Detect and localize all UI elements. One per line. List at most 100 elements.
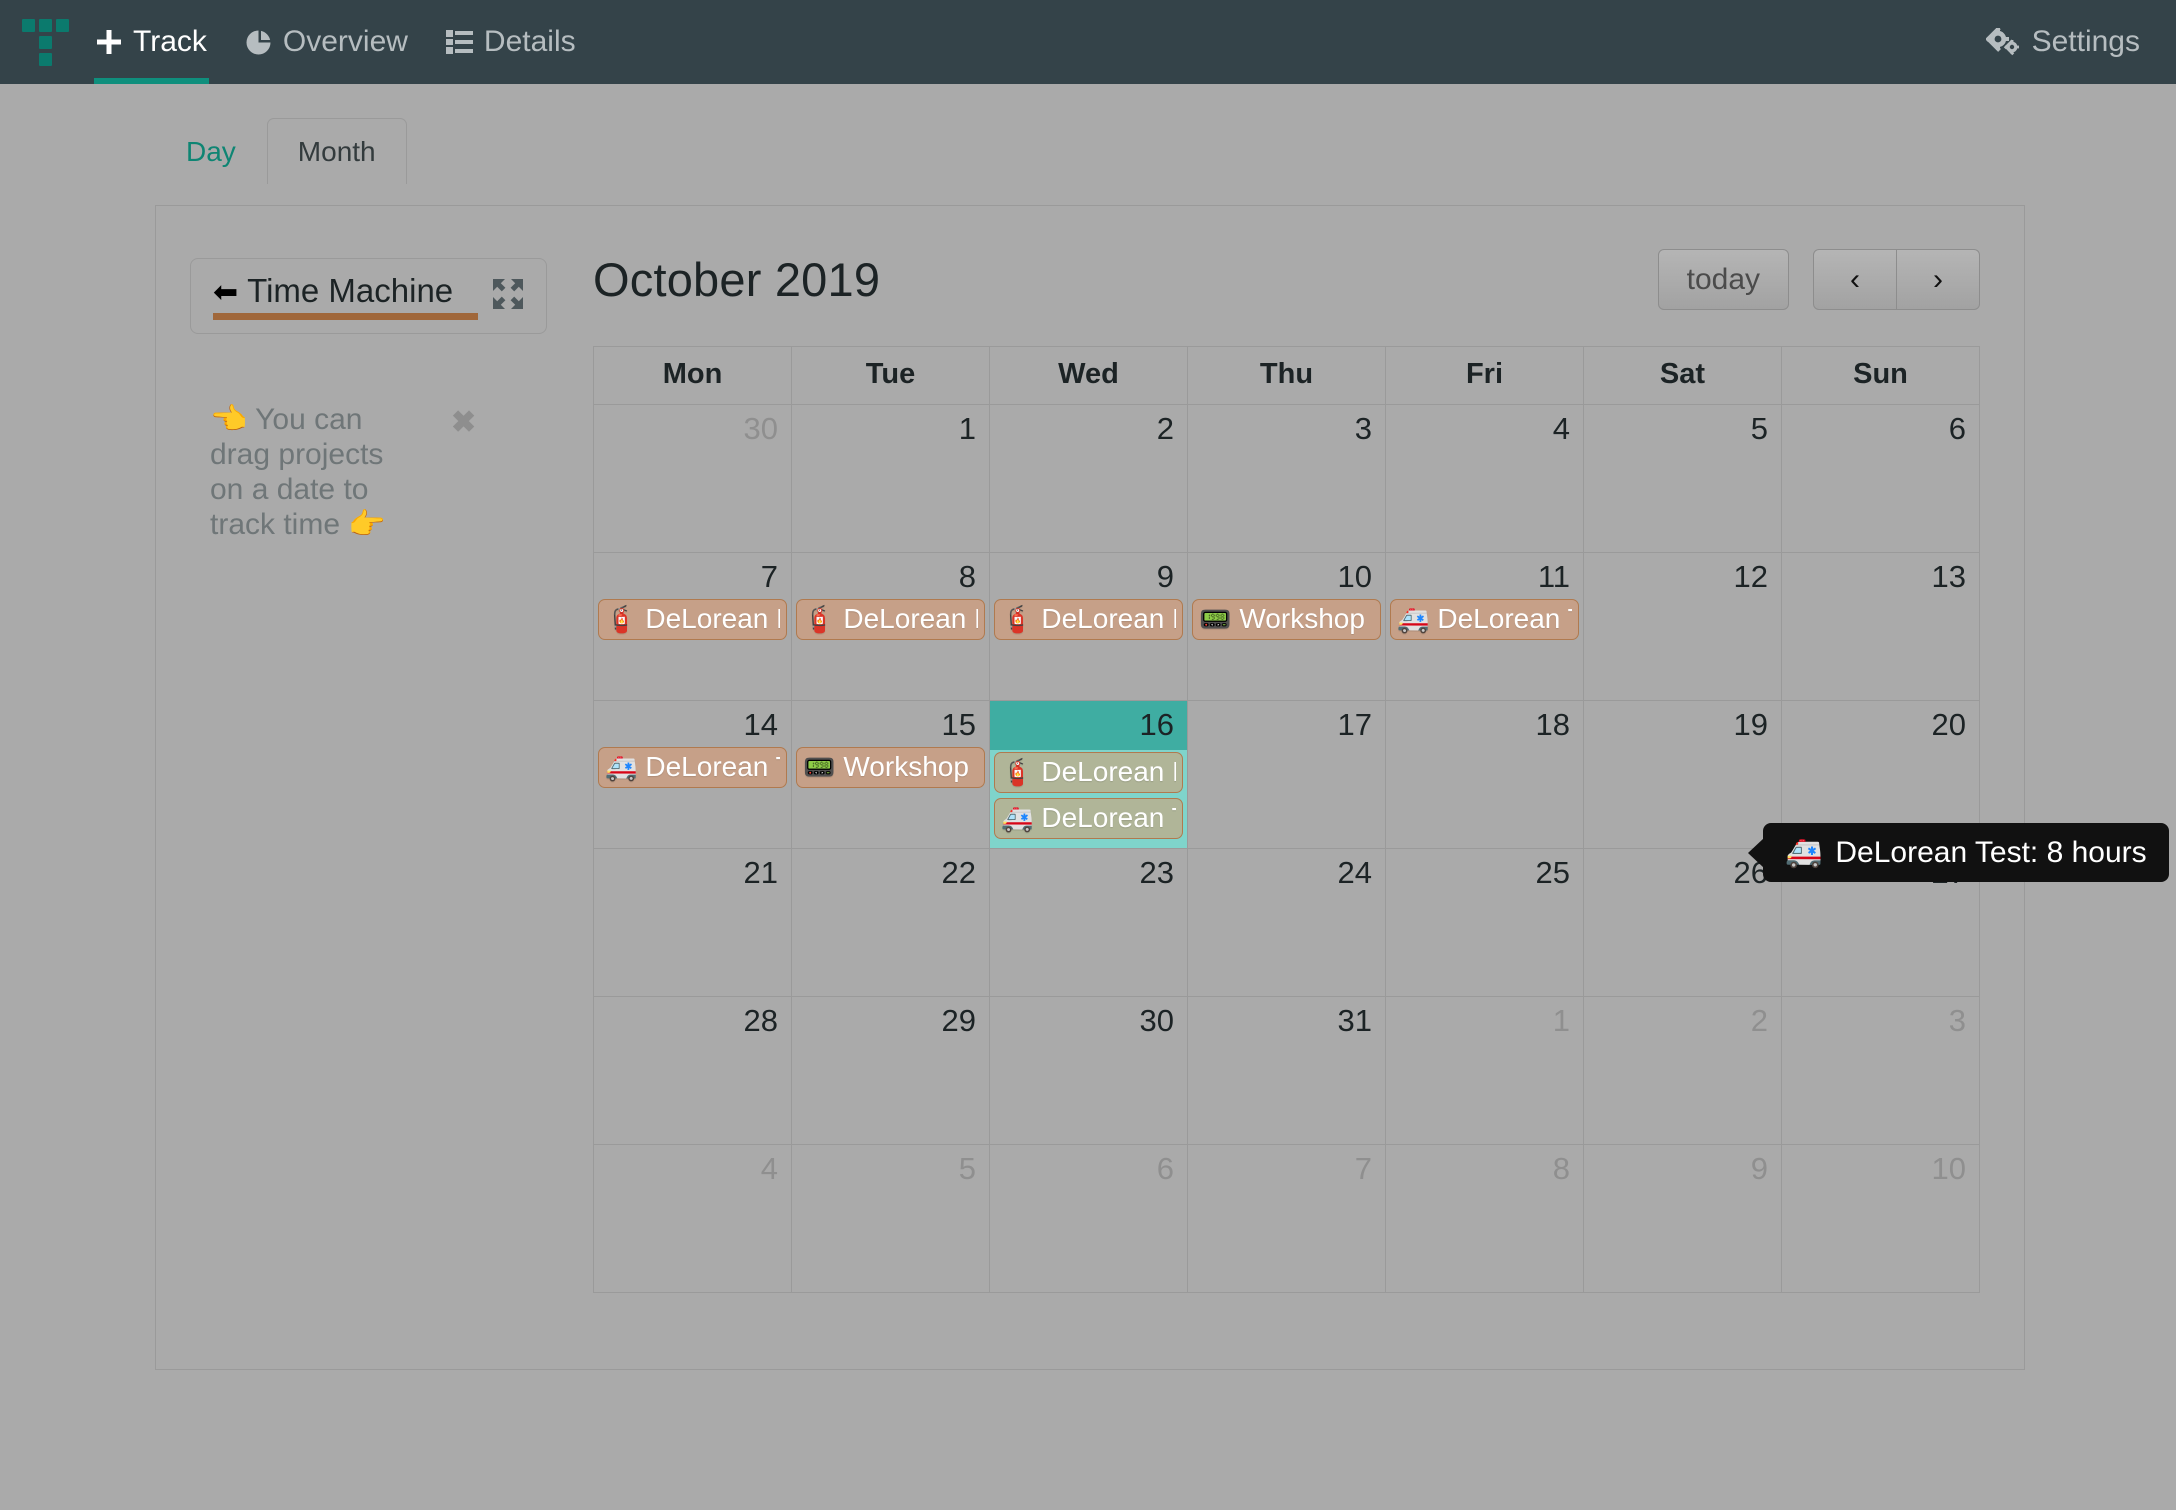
event-tooltip: 🚑 DeLorean Test: 8 hours <box>1763 823 2169 882</box>
day-events: 🚑DeLorean Test <box>1386 594 1583 640</box>
logo-cell <box>22 36 35 49</box>
day-cell-10[interactable]: 10 <box>1781 1144 1980 1293</box>
day-cell-29[interactable]: 29 <box>791 996 990 1145</box>
day-cell-2[interactable]: 2 <box>1583 996 1782 1145</box>
day-events: 🚑DeLorean Test <box>594 742 791 788</box>
tooltip-text: DeLorean Test: 8 hours <box>1835 836 2147 869</box>
calendar-event[interactable]: 📟 Workshop 1 <box>1192 599 1381 640</box>
day-number: 17 <box>1337 707 1372 742</box>
weekday-header-sat: Sat <box>1583 346 1782 405</box>
day-cell-6[interactable]: 6 <box>989 1144 1188 1293</box>
day-number: 4 <box>760 1151 778 1186</box>
calendar-event[interactable]: 📟 Workshop 1 <box>796 747 985 788</box>
calendar-event[interactable]: 🧯DeLorean Maintenance <box>994 599 1183 640</box>
day-cell-12[interactable]: 12 <box>1583 552 1782 701</box>
today-button[interactable]: today <box>1657 248 1789 310</box>
day-cell-15[interactable]: 15 📟 Workshop 1 <box>791 700 990 849</box>
tab-day[interactable]: Day <box>155 118 267 184</box>
day-number: 7 <box>1354 1151 1372 1186</box>
nav-item-track[interactable]: Track <box>94 0 209 84</box>
tab-month[interactable]: Month <box>266 118 407 186</box>
calendar-event[interactable]: 🚑DeLorean Test <box>1390 599 1579 640</box>
day-cell-1[interactable]: 1 <box>791 404 990 553</box>
day-number: 13 <box>1931 559 1966 594</box>
day-cell-19[interactable]: 19 <box>1583 700 1782 849</box>
day-cell-31[interactable]: 31 <box>1187 996 1386 1145</box>
day-cell-8[interactable]: 8 🧯DeLorean Maintenance <box>791 552 990 701</box>
day-cell-21[interactable]: 21 <box>593 848 792 997</box>
calendar-event[interactable]: 🚑DeLorean Test <box>994 797 1183 839</box>
project-name-wrap: ⬅ Time Machine <box>213 272 478 320</box>
day-cell-30[interactable]: 30 <box>593 404 792 553</box>
day-cell-9[interactable]: 9 <box>1583 1144 1782 1293</box>
track-panel: ⬅ Time Machine 👈 You can drag projects o… <box>155 205 2169 1370</box>
day-number: 21 <box>743 855 778 890</box>
day-cell-7[interactable]: 7 <box>1187 1144 1386 1293</box>
day-cell-10[interactable]: 10 📟 Workshop 1 <box>1187 552 1386 701</box>
logo-cell <box>39 36 52 49</box>
day-cell-23[interactable]: 23 <box>989 848 1188 997</box>
settings-button[interactable]: Settings <box>1985 25 2140 59</box>
day-cell-30[interactable]: 30 <box>989 996 1188 1145</box>
ambulance-icon: 🚑 <box>605 752 638 783</box>
calendar-event[interactable]: 🚑DeLorean Test <box>598 747 787 788</box>
week-row: 30 1 2 3 4 5 6 <box>593 404 1980 553</box>
day-number: 23 <box>1139 855 1174 890</box>
month-grid: Mon Tue Wed Thu Fri Sat Sun 30 1 2 3 4 5 6 7 🧯 DeLorean… <box>593 346 1980 1293</box>
day-cell-4[interactable]: 4 <box>593 1144 792 1293</box>
close-icon[interactable]: ✖ <box>451 408 476 438</box>
day-cell-13[interactable]: 13 <box>1781 552 1980 701</box>
prev-month-button[interactable]: ‹ <box>1813 248 1897 310</box>
calendar-event-label: DeLorean Test <box>645 752 780 783</box>
day-cell-9[interactable]: 9 🧯DeLorean Maintenance <box>989 552 1188 701</box>
day-number: 30 <box>1139 1003 1174 1038</box>
expand-arrows-icon[interactable] <box>492 278 524 315</box>
day-cell-25[interactable]: 25 <box>1385 848 1584 997</box>
settings-label: Settings <box>2031 25 2140 58</box>
day-cell-3[interactable]: 3 <box>1187 404 1386 553</box>
weekday-header-thu: Thu <box>1187 346 1386 405</box>
day-cell-5[interactable]: 5 <box>1583 404 1782 553</box>
calendar-event[interactable]: 🧯DeLorean Maintenance <box>598 599 787 640</box>
day-number: 11 <box>1537 559 1570 594</box>
day-cell-4[interactable]: 4 <box>1385 404 1584 553</box>
next-month-button[interactable]: › <box>1897 248 1980 310</box>
day-cell-8[interactable]: 8 <box>1385 1144 1584 1293</box>
day-cell-22[interactable]: 22 <box>791 848 990 997</box>
day-cell-7[interactable]: 7 🧯DeLorean Maintenance <box>593 552 792 701</box>
logo-cell <box>39 53 52 66</box>
nav-item-overview[interactable]: Overview <box>243 0 410 84</box>
nav-item-details[interactable]: Details <box>444 0 578 84</box>
day-cell-18[interactable]: 18 <box>1385 700 1584 849</box>
weekday-header-mon: Mon <box>593 346 792 405</box>
day-cell-3[interactable]: 3 <box>1781 996 1980 1145</box>
calendar-event[interactable]: 🧯DeLorean Maintenance <box>796 599 985 640</box>
day-cell-28[interactable]: 28 <box>593 996 792 1145</box>
time-tracker-logo[interactable] <box>22 19 69 66</box>
calendar-event-label: DeLorean Test <box>1041 802 1176 833</box>
day-cell-24[interactable]: 24 <box>1187 848 1386 997</box>
day-cell-2[interactable]: 2 <box>989 404 1188 553</box>
day-cell-14[interactable]: 14 🚑DeLorean Test <box>593 700 792 849</box>
day-cell-5[interactable]: 5 <box>791 1144 990 1293</box>
month-nav-group: ‹ › <box>1813 248 1980 310</box>
weekday-header-sun: Sun <box>1781 346 1980 405</box>
calendar-event-label: DeLorean Maintenance <box>1041 604 1176 635</box>
day-number: 4 <box>1552 411 1570 446</box>
day-cell-6[interactable]: 6 <box>1781 404 1980 553</box>
day-cell-1[interactable]: 1 <box>1385 996 1584 1145</box>
day-cell-16[interactable]: 16🧯DeLorean Maintenance🚑DeLorean Test <box>989 700 1188 849</box>
day-events: 📟 Workshop 1 <box>792 742 989 788</box>
calendar-event[interactable]: 🧯DeLorean Maintenance <box>994 752 1183 793</box>
pager-icon: 📟 <box>803 752 836 783</box>
day-cell-17[interactable]: 17 <box>1187 700 1386 849</box>
calendar-event-label: DeLorean Maintenance <box>645 604 780 635</box>
logo-cell <box>56 53 69 66</box>
project-card-time-machine[interactable]: ⬅ Time Machine <box>190 258 547 334</box>
day-cell-11[interactable]: 11 🚑DeLorean Test <box>1385 552 1584 701</box>
day-number: 29 <box>941 1003 976 1038</box>
pager-icon: 📟 <box>1199 604 1232 635</box>
day-cell-26[interactable]: 26 <box>1583 848 1782 997</box>
pie-chart-icon <box>245 29 272 56</box>
gears-icon <box>1985 28 2020 56</box>
